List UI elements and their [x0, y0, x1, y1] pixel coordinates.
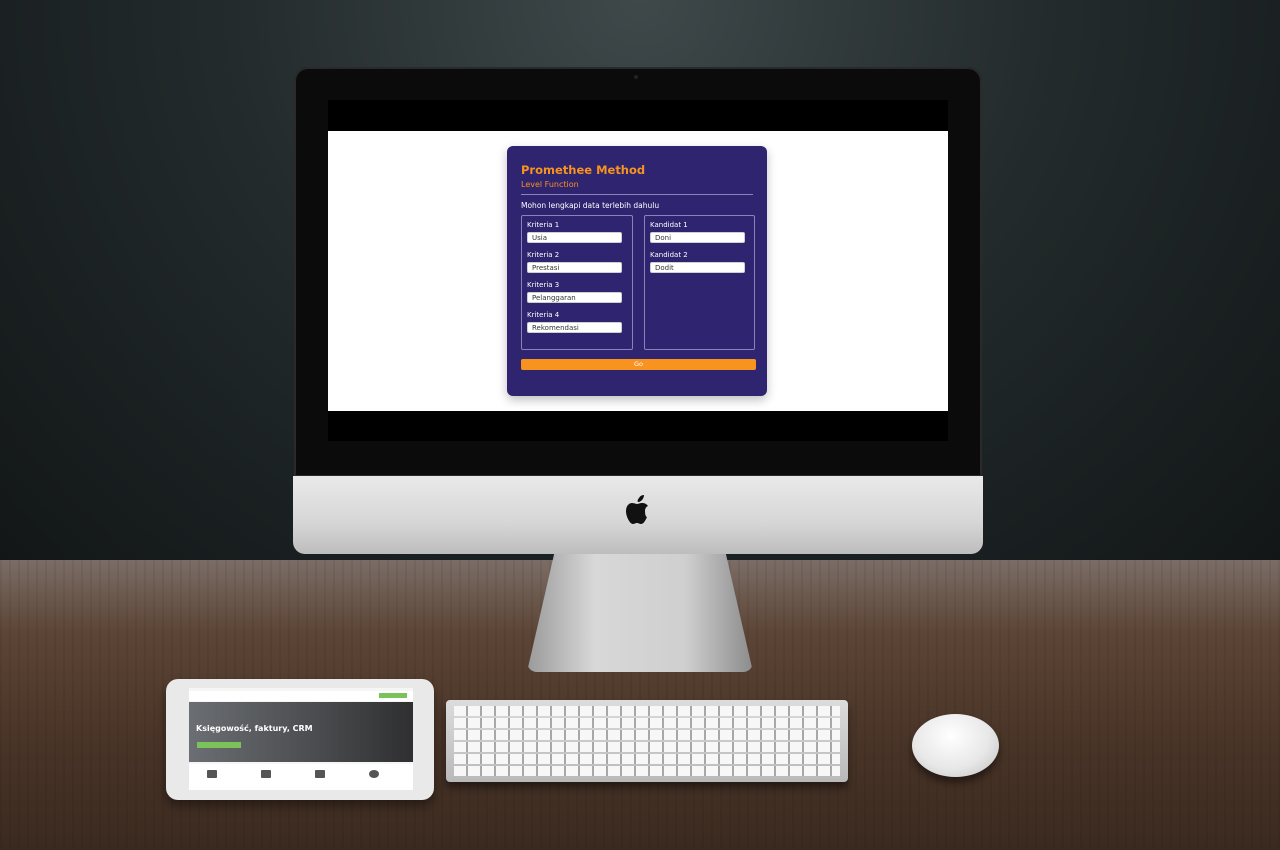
- keyboard-keys: [454, 706, 840, 776]
- support-icon: [369, 770, 379, 778]
- divider: [521, 194, 753, 195]
- imac-bezel: Promethee Method Level Function Mohon le…: [294, 67, 982, 477]
- tablet-hero-image: Księgowość, faktury, CRM: [189, 702, 413, 762]
- criteria-panel: Kriteria 1 Usia Kriteria 2 Prestasi Krit…: [521, 215, 633, 350]
- candidate-input-2[interactable]: Dodit: [650, 262, 745, 273]
- criteria-label-3: Kriteria 3: [527, 281, 560, 289]
- laptop-icon: [207, 770, 217, 778]
- promethee-form-card: Promethee Method Level Function Mohon le…: [507, 146, 767, 396]
- apple-logo-icon: [621, 490, 655, 530]
- document-icon: [261, 770, 271, 778]
- instruction-text: Mohon lengkapi data terlebih dahulu: [521, 201, 660, 210]
- tablet-nav-button: [379, 693, 407, 698]
- candidate-label-1: Kandidat 1: [650, 221, 688, 229]
- screen-area: Promethee Method Level Function Mohon le…: [328, 100, 948, 441]
- criteria-label-4: Kriteria 4: [527, 311, 560, 319]
- tablet-hero-button: [197, 742, 241, 748]
- candidates-panel: Kandidat 1 Doni Kandidat 2 Dodit: [644, 215, 755, 350]
- keyboard: [446, 700, 848, 782]
- tablet-feature-icons: [189, 764, 413, 790]
- criteria-input-1[interactable]: Usia: [527, 232, 622, 243]
- candidate-label-2: Kandidat 2: [650, 251, 688, 259]
- browser-viewport: Promethee Method Level Function Mohon le…: [328, 131, 948, 411]
- go-button[interactable]: Go: [521, 359, 756, 370]
- page-title: Promethee Method: [521, 163, 646, 177]
- criteria-label-1: Kriteria 1: [527, 221, 560, 229]
- candidate-input-1[interactable]: Doni: [650, 232, 745, 243]
- page-subtitle: Level Function: [521, 180, 579, 189]
- criteria-input-4[interactable]: Rekomendasi: [527, 322, 622, 333]
- mouse: [912, 714, 999, 777]
- tablet-nav-bar: [189, 691, 413, 701]
- criteria-label-2: Kriteria 2: [527, 251, 560, 259]
- criteria-input-2[interactable]: Prestasi: [527, 262, 622, 273]
- tablet-screen: Księgowość, faktury, CRM: [189, 688, 413, 790]
- criteria-input-3[interactable]: Pelanggaran: [527, 292, 622, 303]
- camera-icon: [634, 75, 638, 79]
- tablet-device: Księgowość, faktury, CRM: [166, 679, 434, 800]
- tablet-hero-text: Księgowość, faktury, CRM: [196, 724, 313, 733]
- edit-icon: [315, 770, 325, 778]
- imac-stand: [527, 554, 753, 672]
- imac-chin: [293, 476, 983, 554]
